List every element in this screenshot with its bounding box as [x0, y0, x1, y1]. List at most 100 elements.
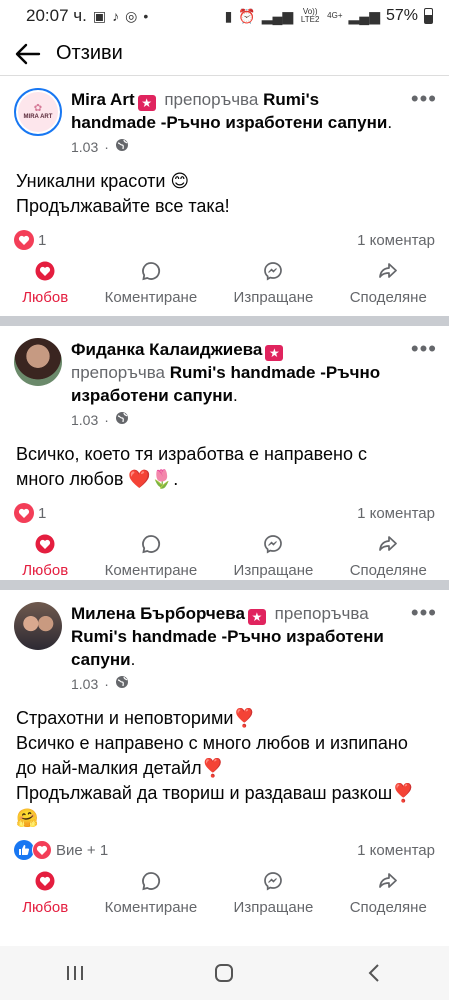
post-date[interactable]: 1.03 — [71, 412, 98, 428]
send-label: Изпращане — [233, 561, 314, 579]
like-reaction-icon[interactable] — [14, 840, 34, 860]
system-nav-bar — [0, 946, 449, 1000]
share-button[interactable]: Споделяне — [350, 871, 427, 916]
love-reaction-icon[interactable] — [14, 503, 34, 523]
recommends-label: препоръчва — [164, 90, 259, 109]
page-title: Отзиви — [56, 42, 123, 64]
share-button[interactable]: Споделяне — [350, 261, 427, 306]
reviewer-name[interactable]: Милена Бърборчева — [71, 604, 245, 623]
review-post: ✿ MIRA ART Mira Art ★ препоръчва Rumi's h… — [0, 76, 449, 316]
reaction-count[interactable]: 1 — [38, 505, 46, 522]
post-text-line: Уникални красоти 😊 — [16, 171, 190, 191]
recommends-label: препоръчва — [274, 604, 369, 623]
share-icon — [378, 871, 398, 895]
battery-saver-icon: ▮ — [224, 7, 233, 24]
love-button[interactable]: Любов — [22, 871, 68, 916]
reaction-count[interactable]: Вие + 1 — [56, 842, 108, 859]
app-bar: Отзиви — [0, 32, 449, 76]
comment-button[interactable]: Коментиране — [104, 871, 198, 916]
send-button[interactable]: Изпращане — [233, 261, 314, 306]
love-button[interactable]: Любов — [22, 534, 68, 579]
avatar[interactable] — [14, 602, 62, 650]
messenger-icon — [263, 871, 283, 895]
love-button[interactable]: Любов — [22, 261, 68, 306]
share-label: Споделяне — [349, 898, 427, 916]
recommends-label: препоръчва — [71, 363, 166, 382]
recommend-badge-icon: ★ — [265, 345, 284, 361]
post-text-line: Продължавай да твориш и раздаваш разкош❣… — [16, 783, 415, 803]
post-text-line: Всичко е направено с много любов и изпип… — [16, 733, 408, 753]
post-text-line: до най-малкия детайл❣️ — [16, 758, 225, 778]
comment-count[interactable]: 1 коментар — [357, 505, 435, 522]
messenger-icon — [263, 261, 283, 285]
status-bar: 20:07 ч. ▣ ♪ ◎ • ▮ ⏰ ▂▄▆ Vo)) LTE2 4G+ ▂… — [0, 0, 449, 32]
gallery-icon: ▣ — [92, 7, 107, 24]
post-text-line: Всичко, което тя изработва е направено с — [16, 444, 367, 464]
battery-percent: 57% — [385, 7, 418, 24]
mira-logo-flower-icon: ✿ — [33, 102, 43, 114]
send-button[interactable]: Изпращане — [233, 534, 314, 579]
post-text-line: 🤗 — [16, 808, 39, 828]
comment-count[interactable]: 1 коментар — [357, 842, 435, 859]
share-icon — [378, 261, 398, 285]
network-type-label: 4G+ — [327, 11, 343, 20]
comment-count[interactable]: 1 коментар — [357, 232, 435, 249]
share-label: Споделяне — [349, 561, 427, 579]
reviewer-name[interactable]: Фиданка Калаиджиева — [71, 340, 262, 359]
heart-filled-icon — [35, 534, 55, 558]
reaction-count[interactable]: 1 — [38, 232, 46, 249]
comment-label: Коментиране — [104, 561, 198, 579]
instagram-icon: ◎ — [125, 7, 138, 24]
avatar[interactable]: ✿ MIRA ART — [14, 88, 62, 136]
dot-icon: • — [143, 8, 149, 24]
signal-icon: ▂▄▆ — [261, 7, 294, 24]
avatar[interactable] — [14, 338, 62, 386]
send-button[interactable]: Изпращане — [233, 871, 314, 916]
love-label: Любов — [22, 561, 69, 579]
back-nav-icon[interactable] — [354, 958, 394, 988]
share-button[interactable]: Споделяне — [350, 534, 427, 579]
comment-icon — [141, 534, 161, 558]
back-arrow-icon[interactable] — [14, 40, 42, 68]
comment-button[interactable]: Коментиране — [104, 534, 198, 579]
share-icon — [378, 534, 398, 558]
love-reaction-icon[interactable] — [14, 230, 34, 250]
more-options-icon[interactable]: ••• — [411, 336, 437, 362]
heart-filled-icon — [35, 261, 55, 285]
divider — [0, 316, 449, 326]
globe-icon — [115, 411, 129, 428]
post-date[interactable]: 1.03 — [71, 139, 98, 155]
avatar-logo-text: MIRA ART — [23, 113, 53, 120]
recommend-badge-icon: ★ — [247, 609, 266, 625]
comment-label: Коментиране — [104, 288, 198, 306]
comment-button[interactable]: Коментиране — [104, 261, 198, 306]
love-label: Любов — [22, 288, 69, 306]
post-text-line: Страхотни и неповторими❣️ — [16, 708, 256, 728]
status-time: 20:07 ч. — [26, 6, 87, 25]
page-name-link[interactable]: Rumi's handmade -Ръчно изработени сапуни — [71, 627, 384, 669]
comment-label: Коментиране — [104, 898, 198, 916]
comment-icon — [141, 261, 161, 285]
alarm-icon: ⏰ — [238, 7, 256, 24]
love-label: Любов — [22, 898, 69, 916]
volte-label: Vo)) LTE2 — [300, 7, 320, 24]
signal-icon-2: ▂▄▆ — [348, 7, 380, 24]
heart-filled-icon — [35, 871, 55, 895]
send-label: Изпращане — [233, 898, 314, 916]
review-post: Милена Бърборчева ★ препоръчва Rumi's han… — [0, 590, 449, 920]
recent-apps-icon[interactable] — [55, 958, 95, 988]
post-date[interactable]: 1.03 — [71, 676, 98, 692]
tiktok-icon: ♪ — [112, 8, 120, 24]
globe-icon — [115, 138, 129, 155]
messenger-icon — [263, 534, 283, 558]
globe-icon — [115, 675, 129, 692]
more-options-icon[interactable]: ••• — [411, 86, 437, 112]
home-icon[interactable] — [204, 958, 244, 988]
post-text-line: Продължавайте все така! — [16, 196, 230, 216]
post-text-line: много любов ❤️🌷. — [16, 469, 179, 489]
reviewer-name[interactable]: Mira Art — [71, 90, 135, 109]
comment-icon — [141, 871, 161, 895]
love-reaction-icon[interactable] — [32, 840, 52, 860]
send-label: Изпращане — [233, 288, 314, 306]
more-options-icon[interactable]: ••• — [411, 600, 437, 626]
